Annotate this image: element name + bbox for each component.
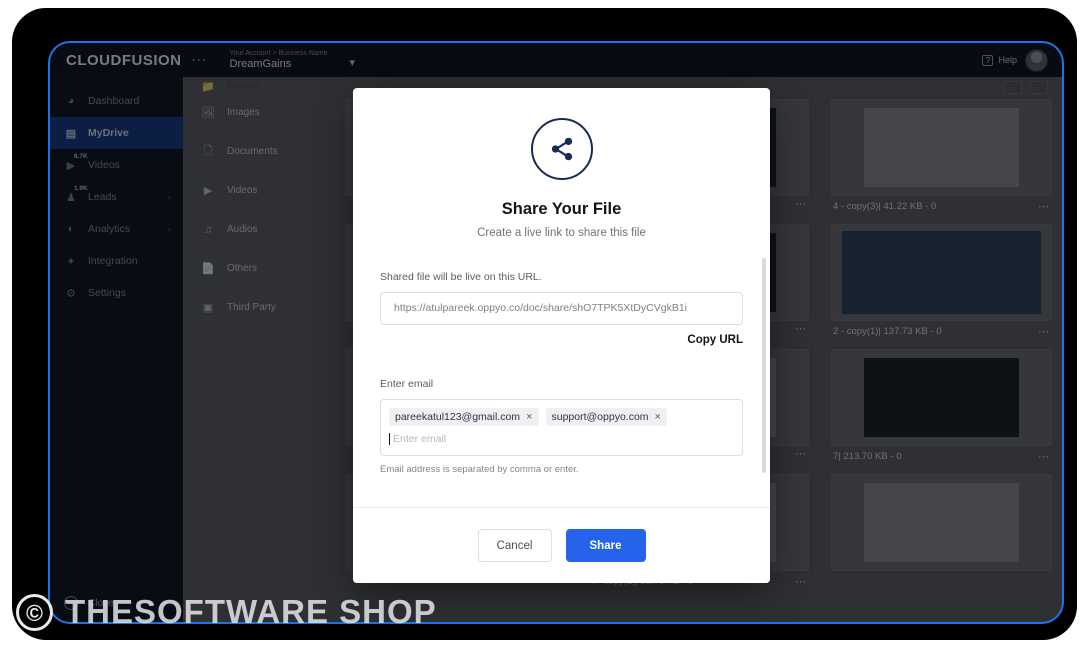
modal-footer: Cancel Share [353, 507, 770, 583]
modal-subtitle: Create a live link to share this file [477, 227, 646, 239]
share-button[interactable]: Share [565, 529, 646, 562]
screenshot-root: CLOUDFUSION ⋮ Your Account > Business Na… [0, 0, 1089, 649]
share-nodes-icon [530, 118, 593, 180]
close-icon[interactable]: × [655, 411, 661, 423]
email-chip[interactable]: support@oppyo.com × [545, 408, 667, 426]
email-chip-label: support@oppyo.com [551, 411, 649, 423]
cancel-button[interactable]: Cancel [477, 529, 552, 562]
email-input[interactable] [389, 433, 734, 445]
email-chip[interactable]: pareekatul123@gmail.com × [389, 408, 539, 426]
device-screen: CLOUDFUSION ⋮ Your Account > Business Na… [48, 41, 1064, 624]
modal-title: Share Your File [501, 200, 622, 218]
email-chip-row: pareekatul123@gmail.com × support@oppyo.… [389, 408, 734, 426]
share-file-modal: Share Your File Create a live link to sh… [353, 88, 770, 583]
close-icon[interactable]: × [526, 411, 532, 423]
share-url-input[interactable]: https://atulpareek.oppyo.co/doc/share/sh… [380, 292, 743, 325]
modal-body: Share Your File Create a live link to sh… [353, 88, 770, 507]
email-chip-box[interactable]: pareekatul123@gmail.com × support@oppyo.… [380, 399, 743, 456]
device-frame: CLOUDFUSION ⋮ Your Account > Business Na… [12, 8, 1077, 640]
email-help-text: Email address is separated by comma or e… [380, 464, 579, 475]
email-chip-label: pareekatul123@gmail.com [395, 411, 521, 423]
url-field-label: Shared file will be live on this URL. [380, 271, 542, 283]
app-window: CLOUDFUSION ⋮ Your Account > Business Na… [50, 43, 1062, 622]
modal-scrollbar[interactable] [762, 258, 766, 473]
email-field-label: Enter email [380, 378, 434, 390]
copy-url-button[interactable]: Copy URL [380, 334, 743, 346]
